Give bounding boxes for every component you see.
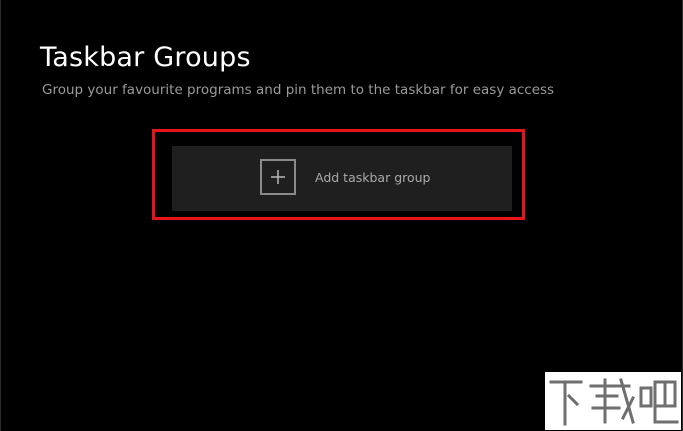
page-subtitle: Group your favourite programs and pin th…: [42, 82, 555, 98]
window-left-border: [0, 0, 1, 431]
watermark-logo: [545, 372, 681, 430]
red-highlight-annotation: [152, 129, 525, 220]
app-window: Taskbar Groups Group your favourite prog…: [0, 0, 683, 431]
page-title: Taskbar Groups: [40, 42, 251, 73]
